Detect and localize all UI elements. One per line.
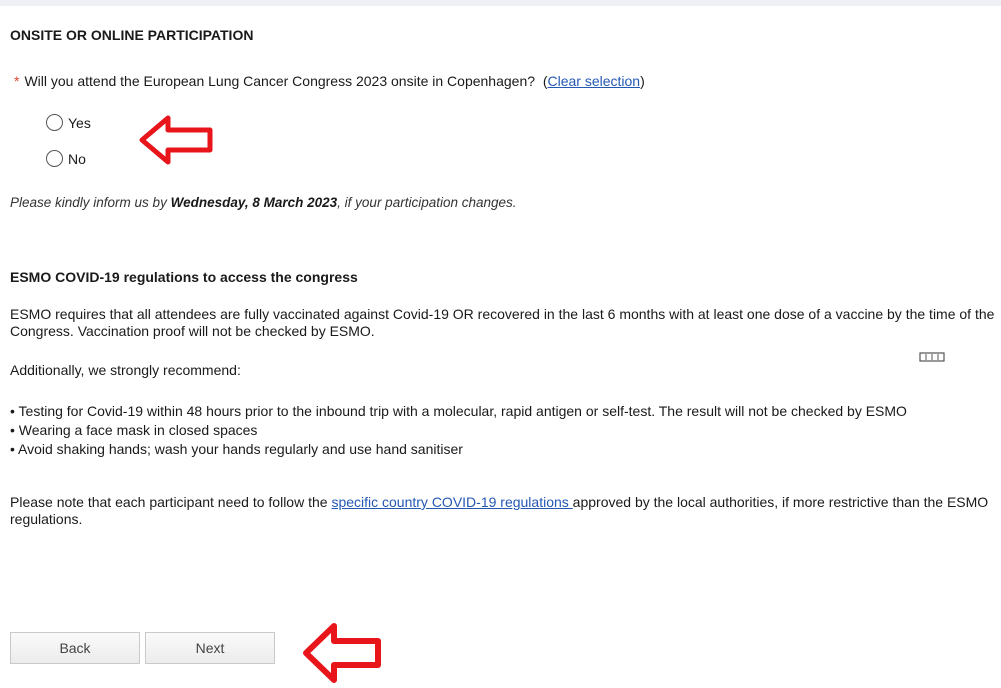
list-item: • Testing for Covid-19 within 48 hours p… — [10, 403, 907, 419]
country-regulations-link[interactable]: specific country COVID-19 regulations — [331, 494, 572, 510]
top-border — [0, 0, 1001, 6]
para3-prefix: Please note that each participant need t… — [10, 494, 332, 510]
covid-paragraph-3: Please note that each participant need t… — [10, 494, 995, 528]
clear-suffix: ) — [640, 73, 645, 89]
covid-paragraph-2: Additionally, we strongly recommend: — [10, 362, 241, 378]
keyboard-icon — [919, 352, 945, 362]
list-item: • Wearing a face mask in closed spaces — [10, 422, 258, 438]
yes-label[interactable]: Yes — [68, 115, 91, 131]
question-text: Will you attend the European Lung Cancer… — [24, 73, 536, 89]
yes-radio[interactable] — [46, 114, 63, 131]
option-yes[interactable]: Yes — [46, 114, 91, 131]
note-prefix: Please kindly inform us by — [10, 195, 171, 210]
next-button[interactable]: Next — [145, 632, 275, 664]
note-date: Wednesday, 8 March 2023 — [170, 195, 338, 210]
left-arrow-icon — [303, 623, 381, 683]
note-suffix: , if your participation changes. — [337, 195, 517, 210]
left-arrow-icon — [139, 115, 213, 165]
no-label[interactable]: No — [68, 151, 86, 167]
recommendation-list: • Testing for Covid-19 within 48 hours p… — [10, 402, 1001, 459]
option-no[interactable]: No — [46, 150, 86, 167]
covid-title: ESMO COVID-19 regulations to access the … — [10, 269, 358, 285]
required-marker: * — [14, 73, 20, 89]
back-button[interactable]: Back — [10, 632, 140, 664]
list-item: • Avoid shaking hands; wash your hands r… — [10, 441, 463, 457]
participation-note: Please kindly inform us by Wednesday, 8 … — [10, 195, 517, 210]
covid-paragraph-1: ESMO requires that all attendees are ful… — [10, 306, 995, 339]
no-radio[interactable] — [46, 150, 63, 167]
section-title: ONSITE OR ONLINE PARTICIPATION — [10, 27, 254, 43]
attendance-question: * Will you attend the European Lung Cance… — [14, 73, 645, 89]
clear-selection-link[interactable]: Clear selection — [547, 73, 640, 89]
